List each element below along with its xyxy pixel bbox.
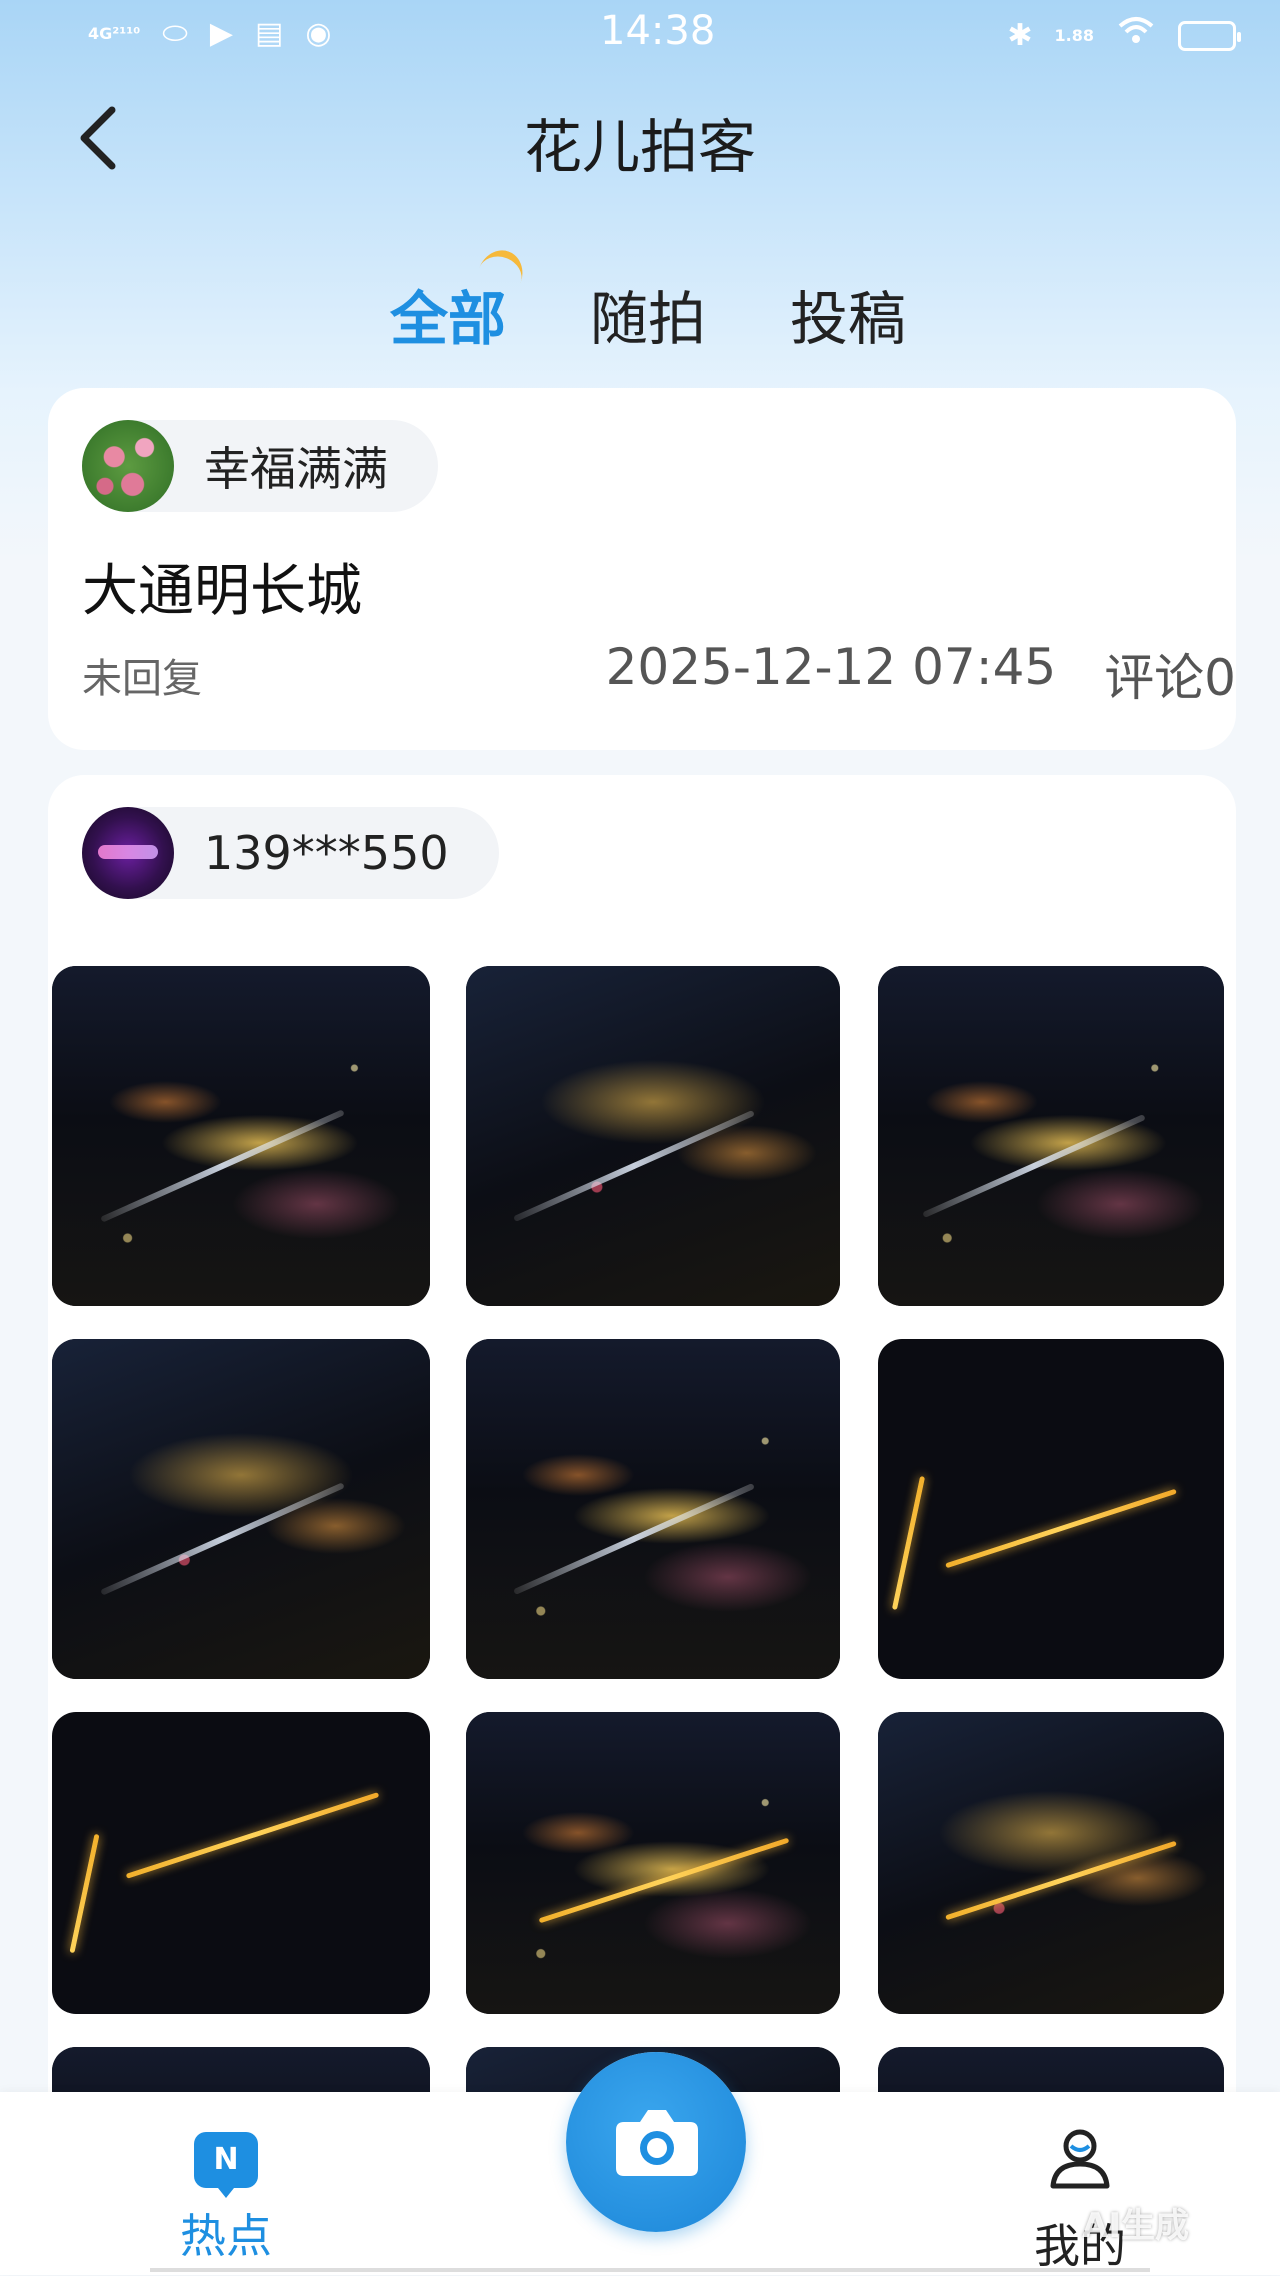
video-app-icon: ▶ — [209, 16, 233, 51]
tab-snapshots[interactable]: 随拍 — [590, 272, 706, 356]
photo-thumbnail[interactable] — [466, 1712, 840, 2014]
network-indicator: 4G²¹¹⁰ — [88, 24, 141, 43]
tab-submissions[interactable]: 投稿 — [790, 272, 906, 356]
photo-thumbnail[interactable] — [52, 966, 430, 1306]
post-date: 2025-12-12 07:45 — [605, 638, 1057, 696]
camera-button-circle — [566, 2052, 746, 2232]
status-time: 14:38 — [600, 8, 716, 54]
status-bar: 4G²¹¹⁰ ⬭ ▶ ▤ ◉ 14:38 ✱ 1.88 — [0, 0, 1280, 72]
camera-button[interactable] — [566, 2052, 746, 2232]
photo-thumbnail[interactable] — [878, 1712, 1224, 2014]
news-icon: N — [194, 2132, 258, 2198]
tab-all[interactable]: 全部 — [390, 244, 530, 356]
tab-snapshots-label: 随拍 — [590, 285, 707, 353]
photo-thumbnail[interactable] — [52, 1712, 430, 2014]
user-icon — [1050, 2129, 1110, 2189]
tab-bar: 全部 随拍 投稿 — [390, 244, 906, 356]
reply-status: 未回复 — [82, 656, 202, 702]
bluetooth-icon: ✱ — [1007, 17, 1033, 53]
wifi-icon — [1116, 14, 1156, 57]
photo-thumbnail[interactable] — [52, 1339, 430, 1679]
battery-icon — [1178, 20, 1241, 51]
camera-icon — [616, 2110, 698, 2176]
page-title: 花儿拍客 — [523, 113, 756, 181]
home-indicator — [150, 2268, 1150, 2272]
user-pill[interactable]: 139***550 — [82, 807, 499, 899]
ai-watermark: AI生成 — [1082, 2206, 1189, 2246]
avatar — [82, 807, 174, 899]
photo-thumbnail[interactable] — [466, 966, 840, 1306]
status-left-icons: 4G²¹¹⁰ ⬭ ▶ ▤ ◉ — [88, 14, 332, 54]
username: 139***550 — [204, 826, 449, 880]
app-notification-icon: ⬭ — [162, 16, 188, 51]
photo-thumbnail[interactable] — [878, 1339, 1224, 1679]
post-card[interactable]: 139***550 — [48, 775, 1236, 2175]
news-app-icon: ▤ — [255, 16, 284, 51]
photo-thumbnail[interactable] — [878, 966, 1224, 1306]
post-meta: 2025-12-12 07:45 评论0 — [606, 638, 1236, 710]
comment-count[interactable]: 评论0 — [1104, 638, 1236, 710]
post-title: 大通明长城 — [82, 559, 362, 624]
photo-thumbnail[interactable] — [466, 1339, 840, 1679]
tab-submissions-label: 投稿 — [790, 285, 907, 353]
nav-hot-label: 热点 — [180, 2209, 272, 2263]
post-card[interactable]: 幸福满满 大通明长城 未回复 2025-12-12 07:45 评论0 — [48, 388, 1236, 750]
username: 幸福满满 — [204, 442, 388, 496]
status-right-icons: ✱ 1.88 — [1007, 14, 1241, 57]
network-speed: 1.88 — [1054, 25, 1094, 45]
weibo-icon: ◉ — [305, 16, 332, 51]
avatar — [82, 420, 174, 512]
user-pill[interactable]: 幸福满满 — [82, 420, 438, 512]
nav-hot[interactable]: N 热点 — [176, 2132, 276, 2266]
